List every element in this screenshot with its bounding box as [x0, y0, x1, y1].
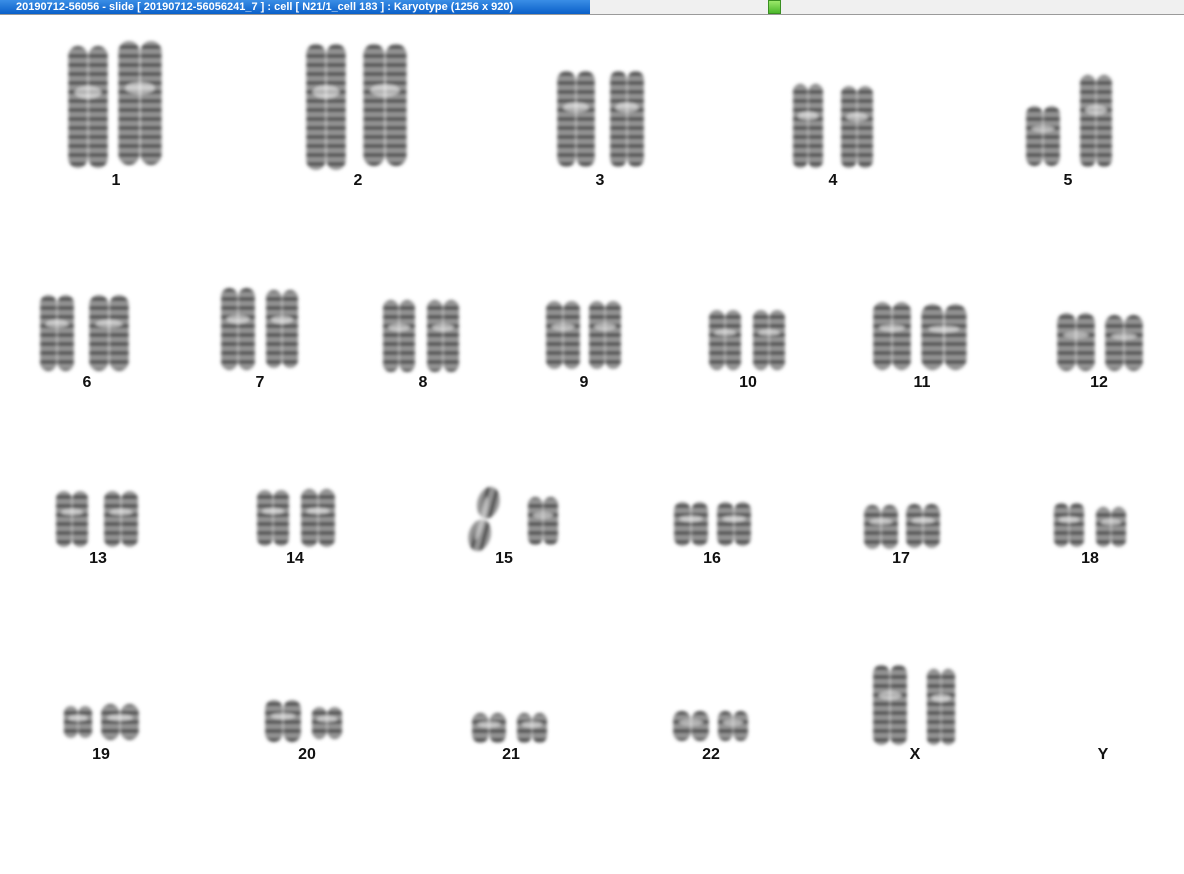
chromosome-label-21: 21: [502, 746, 520, 763]
chromosome-12-a: [1057, 313, 1095, 371]
chromosome-label-19: 19: [92, 746, 110, 763]
chromosome-21-b: [516, 713, 548, 743]
chromosome-label-3: 3: [595, 172, 605, 189]
chromosome-16-b: [717, 502, 751, 546]
chromosome-label-2: 2: [353, 172, 363, 189]
chromosome-9-b: [589, 301, 621, 369]
chromosome-4-a: [792, 84, 824, 168]
chromosome-label-18: 18: [1081, 550, 1099, 567]
chromosome-13-b: [104, 491, 138, 547]
chromosome-label-16: 16: [703, 550, 721, 567]
chromosome-15-a: [468, 486, 500, 552]
karyotype-canvas: [40, 41, 1143, 745]
chromosome-1-b: [118, 41, 162, 165]
chromosome-20-b: [311, 707, 343, 739]
chromosome-label-8: 8: [418, 374, 428, 391]
chromosome-label-22: 22: [702, 746, 720, 763]
chromosome-21-a: [472, 713, 506, 743]
chromosome-19-a: [63, 706, 93, 738]
chromosome-label-1: 1: [111, 172, 121, 189]
chromosome-label-y: Y: [1097, 746, 1109, 763]
chromosome-3-a: [557, 71, 595, 167]
chromosome-x-b: [926, 669, 956, 745]
chromosome-2-b: [363, 44, 407, 166]
chromosome-x-a: [873, 665, 907, 745]
chromosome-14-b: [301, 489, 335, 547]
chromosome-18-a: [1053, 503, 1085, 547]
chromosome-20-a: [265, 700, 301, 742]
chromosome-1-a: [68, 46, 108, 168]
chromosome-5-b: [1080, 75, 1112, 167]
chromosome-label-6: 6: [82, 374, 92, 391]
chromosome-8-a: [383, 300, 415, 372]
chromosome-17-b: [906, 504, 940, 548]
chromosome-3-b: [610, 71, 644, 167]
chromosome-22-b: [717, 711, 749, 741]
chromosome-label-9: 9: [579, 374, 589, 391]
chromosome-18-b: [1095, 507, 1127, 547]
chromosome-label-10: 10: [739, 374, 757, 391]
chromosome-6-b: [89, 295, 129, 371]
chromosome-2-a: [306, 44, 346, 170]
chromosome-16-a: [674, 502, 708, 546]
chromosome-22-a: [673, 711, 709, 741]
chromosome-11-a: [873, 302, 911, 370]
chromosome-19-b: [101, 704, 139, 740]
chromosome-label-13: 13: [89, 550, 107, 567]
chromosome-label-5: 5: [1063, 172, 1073, 189]
chromosome-10-b: [753, 310, 785, 370]
chromosome-11-b: [921, 304, 967, 370]
chromosome-label-12: 12: [1090, 374, 1108, 391]
chromosome-label-20: 20: [298, 746, 316, 763]
chromosome-8-b: [427, 300, 459, 372]
chromosome-label-14: 14: [286, 550, 304, 567]
chromosome-label-4: 4: [828, 172, 838, 189]
chromosome-15-b: [527, 497, 559, 545]
chromosome-5-a: [1026, 106, 1060, 166]
chromosome-4-b: [841, 86, 873, 168]
chromosome-6-a: [40, 295, 74, 371]
chromosome-14-a: [257, 490, 289, 546]
chromosome-label-7: 7: [255, 374, 265, 391]
chromosome-9-a: [546, 301, 580, 369]
chromosome-label-15: 15: [495, 550, 513, 567]
chromosome-7-a: [221, 288, 255, 370]
chromosome-7-b: [266, 290, 298, 368]
chromosome-13-a: [56, 491, 88, 547]
chromosome-10-a: [709, 310, 741, 370]
chromosome-12-b: [1105, 315, 1143, 371]
chromosome-label-17: 17: [892, 550, 910, 567]
chromosome-label-x: X: [909, 746, 921, 763]
chromosome-label-11: 11: [913, 374, 931, 391]
chromosome-17-a: [864, 505, 898, 549]
